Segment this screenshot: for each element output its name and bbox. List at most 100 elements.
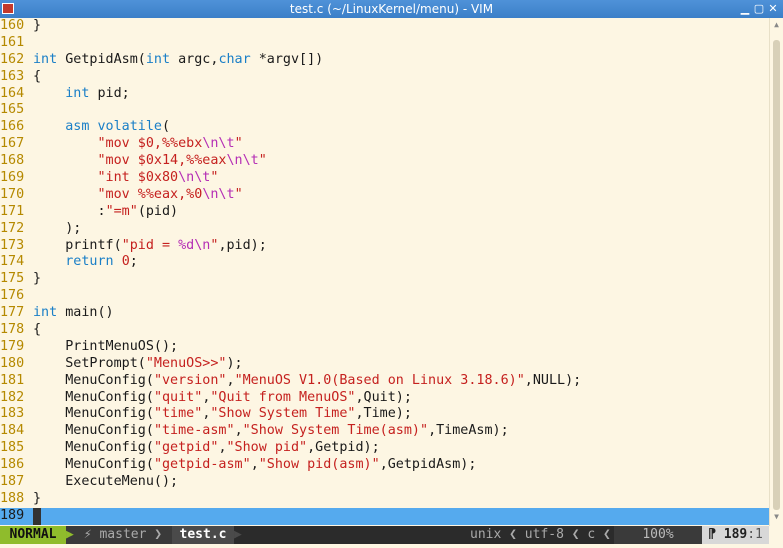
line-number: 162 [0, 51, 25, 67]
code-token: "Show System Time(asm)" [242, 423, 429, 439]
code-line[interactable]: 165 [0, 102, 769, 119]
code-text: return 0; [33, 254, 138, 269]
code-token: \n\t [178, 170, 211, 186]
maximize-icon[interactable]: ▢ [752, 1, 766, 17]
code-text: MenuConfig("quit","Quit from MenuOS",Qui… [33, 390, 412, 405]
code-text: MenuConfig("version","MenuOS V1.0(Based … [33, 373, 581, 388]
code-token: "=m" [105, 203, 138, 219]
code-token: "int $0x80 [97, 170, 179, 186]
code-line[interactable]: 187 ExecuteMenu(); [0, 474, 769, 491]
code-token: ); [33, 220, 82, 236]
code-line[interactable]: 170 "mov %%eax,%0\n\t" [0, 187, 769, 204]
code-token: ; [129, 254, 138, 270]
code-line[interactable]: 162 int GetpidAsm(int argc,char *argv[]) [0, 52, 769, 69]
code-line[interactable]: 167 "mov $0,%%ebx\n\t" [0, 136, 769, 153]
code-text: SetPrompt("MenuOS>>"); [33, 356, 242, 371]
code-line[interactable]: 179 PrintMenuOS(); [0, 339, 769, 356]
code-line[interactable]: 188} [0, 491, 769, 508]
code-token: "Show pid" [226, 440, 308, 456]
code-text: MenuConfig("time-asm","Show System Time(… [33, 423, 508, 439]
line-number: 173 [0, 237, 25, 253]
code-line[interactable]: 185 MenuConfig("getpid","Show pid",Getpi… [0, 440, 769, 457]
code-token: 0 [121, 254, 130, 270]
code-line[interactable]: 178 { [0, 322, 769, 339]
code-line[interactable]: 168 "mov $0x14,%%eax\n\t" [0, 153, 769, 170]
code-token: } [33, 490, 42, 506]
code-token: "mov $0x14,%%eax [97, 153, 227, 169]
vertical-scrollbar[interactable]: ▲ ▼ [769, 18, 783, 526]
code-line[interactable]: 169 "int $0x80\n\t" [0, 170, 769, 187]
line-number: 160 [0, 18, 25, 33]
code-token: ,Getpid); [307, 440, 380, 456]
code-line[interactable]: 171 :"=m"(pid) [0, 204, 769, 221]
code-token: printf( [33, 237, 122, 253]
code-line[interactable]: 180 SetPrompt("MenuOS>>"); [0, 356, 769, 373]
code-editor[interactable]: 160} 161 162 int GetpidAsm(int argc,char *a… [0, 18, 769, 526]
line-number: 161 [0, 34, 25, 50]
code-token: ( [162, 119, 171, 135]
line-number: 164 [0, 85, 25, 101]
code-token: " [258, 153, 267, 169]
line-number: 180 [0, 355, 25, 371]
line-number: 184 [0, 423, 25, 439]
code-token: { [33, 68, 42, 84]
code-text: { [33, 322, 41, 337]
close-icon[interactable]: ✕ [766, 1, 780, 17]
cursor-position: ⁋ 189:1 [702, 526, 769, 544]
code-text: asm volatile( [33, 119, 170, 134]
git-branch: ⚡ master ❯ [76, 526, 172, 544]
code-token: ,pid); [218, 237, 267, 253]
code-line[interactable]: 164 int pid; [0, 86, 769, 103]
code-line[interactable]: 181 MenuConfig("version","MenuOS V1.0(Ba… [0, 373, 769, 390]
code-line[interactable]: 173 printf("pid = %d\n",pid); [0, 238, 769, 255]
status-line: NORMAL ▶ ⚡ master ❯ test.c ▶ unix ❮ utf-… [0, 526, 769, 544]
code-token: (pid) [137, 203, 179, 219]
code-line[interactable]: 177 int main() [0, 305, 769, 322]
mode-separator-icon: ▶ [66, 526, 76, 544]
code-line[interactable]: 160} [0, 18, 769, 35]
minimize-icon[interactable]: ▁ [738, 1, 752, 17]
line-number: 177 [0, 305, 25, 321]
code-line[interactable]: 175} [0, 271, 769, 288]
code-token: ,GetpidAsm); [379, 457, 477, 473]
line-number: 163 [0, 68, 25, 84]
code-token: "mov %%eax,%0 [97, 186, 203, 202]
line-number: 179 [0, 338, 25, 354]
code-line[interactable]: 183 MenuConfig("time","Show System Time"… [0, 406, 769, 423]
code-line[interactable]: 161 [0, 35, 769, 52]
code-token: { [33, 322, 42, 338]
code-line[interactable]: 176 [0, 288, 769, 305]
code-token: MenuConfig( [33, 423, 154, 439]
code-line[interactable]: 166 asm volatile( [0, 119, 769, 136]
scroll-up-icon[interactable]: ▲ [770, 20, 783, 32]
scrollbar-thumb[interactable] [773, 40, 780, 510]
code-token: : [33, 203, 106, 219]
line-number: 170 [0, 186, 25, 202]
code-text: MenuConfig("getpid","Show pid",Getpid); [33, 440, 380, 456]
code-token: "time" [153, 406, 203, 422]
code-line[interactable]: 184 MenuConfig("time-asm","Show System T… [0, 423, 769, 440]
line-number: 166 [0, 119, 25, 135]
code-token: "Quit from MenuOS" [210, 389, 356, 405]
cursor-column: :1 [747, 527, 763, 542]
line-number: 188 [0, 490, 25, 506]
code-token: char [218, 51, 251, 67]
line-number-icon: ⁋ [708, 527, 724, 542]
window-titlebar: test.c (~/LinuxKernel/menu) - VIM ▁ ▢ ✕ [0, 0, 783, 18]
code-token: " [210, 170, 219, 186]
code-line[interactable]: 174 return 0; [0, 254, 769, 271]
scroll-down-icon[interactable]: ▼ [770, 512, 783, 524]
line-number: 172 [0, 220, 25, 236]
code-line[interactable]: 182 MenuConfig("quit","Quit from MenuOS"… [0, 390, 769, 407]
code-line[interactable]: 186 MenuConfig("getpid-asm","Show pid(as… [0, 457, 769, 474]
code-text: MenuConfig("time","Show System Time",Tim… [33, 406, 412, 421]
code-token: return [65, 254, 114, 270]
code-line[interactable]: 163 { [0, 69, 769, 86]
code-line[interactable]: 172 ); [0, 221, 769, 238]
cursor-line-row[interactable]: 189 [0, 507, 769, 525]
